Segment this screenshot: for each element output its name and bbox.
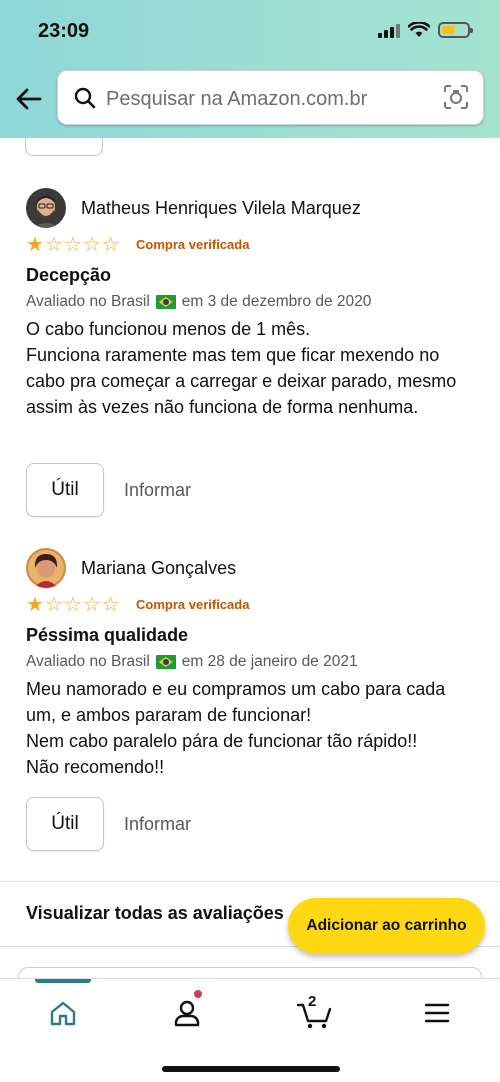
review-date: em 3 de dezembro de 2020: [181, 293, 372, 310]
home-indicator: [162, 1066, 340, 1072]
brazil-flag-icon: [155, 295, 176, 309]
reviewer-name[interactable]: Matheus Henriques Vilela Marquez: [81, 198, 361, 219]
star-empty-icon: ☆: [82, 234, 101, 256]
reviews-content: Matheus Henriques Vilela Marquez ★ ☆ ☆ ☆…: [0, 138, 500, 978]
nav-home[interactable]: [43, 993, 83, 1033]
signal-icon: [378, 22, 400, 38]
review-card: Matheus Henriques Vilela Marquez ★ ☆ ☆ ☆…: [26, 188, 476, 518]
review-title: Péssima qualidade: [26, 625, 189, 645]
review-meta: Avaliado no Brasil em 3 de dezembro de 2…: [26, 293, 371, 311]
star-empty-icon: ☆: [101, 594, 120, 616]
search-placeholder[interactable]: Pesquisar na Amazon.com.br: [106, 88, 367, 111]
review-card: Mariana Gonçalves ★ ☆ ☆ ☆ ☆ Compra verif…: [26, 548, 476, 878]
review-location: Avaliado no Brasil: [26, 293, 150, 310]
report-link[interactable]: Informar: [124, 814, 191, 835]
star-filled-icon: ★: [26, 594, 44, 616]
review-location: Avaliado no Brasil: [26, 653, 150, 670]
review-body: Meu namorado e eu compramos um cabo para…: [26, 679, 446, 777]
avatar: [26, 188, 66, 228]
back-arrow-icon[interactable]: [14, 84, 44, 114]
star-rating: ★ ☆ ☆ ☆ ☆: [26, 595, 120, 615]
wifi-icon: [408, 22, 430, 37]
cart-count: 2: [308, 993, 317, 1010]
nav-menu[interactable]: [417, 993, 457, 1033]
user-icon: [174, 1000, 200, 1027]
search-bar[interactable]: Pesquisar na Amazon.com.br: [57, 70, 484, 125]
reviewer-name[interactable]: Mariana Gonçalves: [81, 558, 236, 579]
camera-scan-icon[interactable]: [443, 84, 469, 110]
verified-purchase-badge: Compra verificada: [136, 597, 250, 612]
helpful-button[interactable]: Útil: [26, 797, 104, 851]
partial-button[interactable]: [25, 138, 103, 156]
active-tab-indicator: [35, 979, 91, 983]
search-icon: [74, 87, 96, 109]
brazil-flag-icon: [155, 655, 176, 669]
report-link[interactable]: Informar: [124, 480, 191, 501]
avatar: [26, 548, 66, 588]
menu-icon: [424, 1003, 450, 1023]
star-rating: ★ ☆ ☆ ☆ ☆: [26, 235, 120, 255]
nav-cart[interactable]: 2: [293, 993, 337, 1033]
divider: [0, 881, 500, 882]
top-bar: 23:09 Pesquisar na Amazon.com.br: [0, 0, 500, 138]
home-icon: [50, 1001, 76, 1026]
review-body: O cabo funcionou menos de 1 mês. Funcion…: [26, 319, 457, 417]
battery-icon: [438, 22, 473, 38]
review-meta: Avaliado no Brasil em 28 de janeiro de 2…: [26, 653, 358, 671]
helpful-button[interactable]: Útil: [26, 463, 104, 517]
verified-purchase-badge: Compra verificada: [136, 237, 250, 252]
add-to-cart-button[interactable]: Adicionar ao carrinho: [288, 898, 485, 954]
review-date: em 28 de janeiro de 2021: [181, 653, 358, 670]
status-icons: [378, 22, 473, 38]
star-empty-icon: ☆: [63, 234, 82, 256]
notification-dot: [193, 989, 203, 999]
review-title: Decepção: [26, 265, 112, 285]
star-empty-icon: ☆: [101, 234, 120, 256]
star-empty-icon: ☆: [63, 594, 82, 616]
star-empty-icon: ☆: [82, 594, 101, 616]
star-empty-icon: ☆: [44, 594, 63, 616]
nav-account[interactable]: [167, 989, 207, 1033]
star-filled-icon: ★: [26, 234, 44, 256]
status-time: 23:09: [38, 20, 90, 42]
view-all-reviews-link[interactable]: Visualizar todas as avaliações: [26, 903, 284, 924]
star-empty-icon: ☆: [44, 234, 63, 256]
